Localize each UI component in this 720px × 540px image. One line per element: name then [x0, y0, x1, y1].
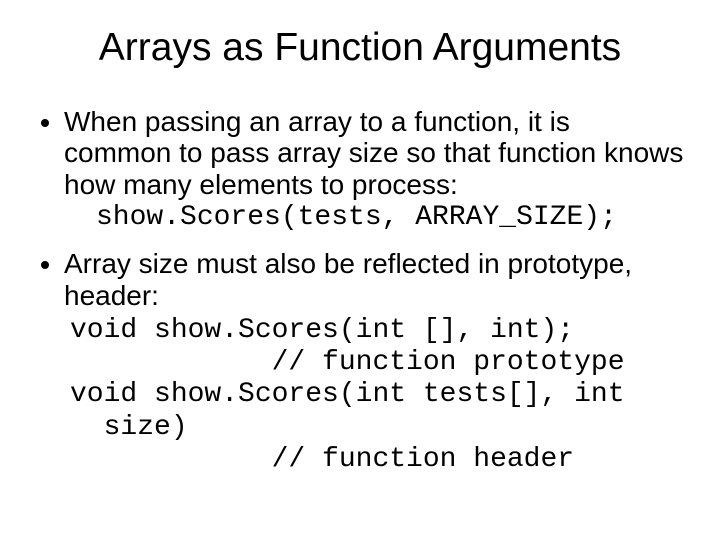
bullet-list: When passing an array to a function, it … [36, 106, 684, 476]
bullet-text-1: When passing an array to a function, it … [64, 106, 683, 200]
code-example-2: void show.Scores(int [], int); // functi… [70, 315, 684, 476]
bullet-item-2: Array size must also be reflected in pro… [64, 248, 684, 476]
slide-title: Arrays as Function Arguments [36, 26, 684, 70]
bullet-text-2: Array size must also be reflected in pro… [64, 248, 632, 310]
bullet-item-1: When passing an array to a function, it … [64, 106, 684, 234]
slide: Arrays as Function Arguments When passin… [0, 0, 720, 540]
code-example-1: show.Scores(tests, ARRAY_SIZE); [96, 202, 684, 234]
